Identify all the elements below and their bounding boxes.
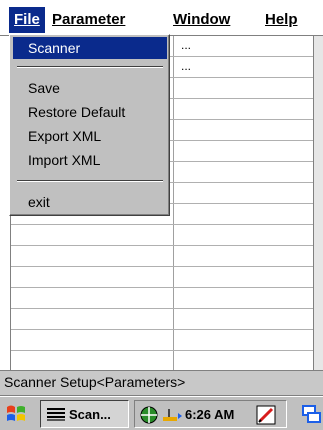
scanner-app-icon — [47, 408, 65, 421]
system-tray: 6:26 AM — [134, 400, 287, 428]
clock[interactable]: 6:26 AM — [185, 407, 234, 422]
menu-item-scanner[interactable]: Scanner — [13, 37, 167, 59]
table-row[interactable] — [11, 288, 313, 309]
menu-item-export-xml[interactable]: Export XML — [13, 125, 167, 147]
table-row[interactable] — [11, 267, 313, 288]
task-button-label: Scan... — [69, 407, 111, 422]
menu-item-exit[interactable]: exit — [13, 191, 167, 213]
menu-window[interactable]: Window — [168, 7, 235, 33]
task-button-scanner[interactable]: Scan... — [40, 400, 129, 428]
table-row[interactable] — [11, 309, 313, 330]
table-row[interactable] — [11, 225, 313, 246]
globe-icon[interactable] — [139, 405, 159, 425]
taskbar: Scan... 6:26 AM — [0, 396, 323, 430]
table-row[interactable] — [11, 246, 313, 267]
menu-item-save[interactable]: Save — [13, 77, 167, 99]
menu-separator — [17, 66, 163, 68]
pen-icon[interactable] — [255, 404, 279, 426]
menu-item-restore-default[interactable]: Restore Default — [13, 101, 167, 123]
grid-cell-value[interactable]: ... — [181, 36, 191, 54]
table-row[interactable] — [11, 351, 313, 372]
start-button[interactable] — [2, 401, 38, 427]
grid-cell-value[interactable]: ... — [181, 57, 191, 75]
menu-separator — [17, 180, 163, 182]
menu-file[interactable]: File — [9, 7, 45, 33]
connection-arrow-icon[interactable] — [161, 405, 183, 425]
vertical-scrollbar[interactable] — [313, 36, 323, 370]
menu-parameter[interactable]: Parameter — [47, 7, 130, 33]
table-row[interactable] — [11, 330, 313, 351]
status-text: Scanner Setup<Parameters> — [4, 374, 186, 390]
status-bar: Scanner Setup<Parameters> — [0, 370, 323, 396]
file-dropdown-menu: Scanner Save Restore Default Export XML … — [9, 34, 170, 216]
menu-bar: File Parameter Window Help — [0, 0, 323, 36]
window-switch-icon[interactable] — [301, 403, 321, 425]
windows-start-icon — [7, 405, 25, 421]
menu-help[interactable]: Help — [260, 7, 303, 33]
menu-item-import-xml[interactable]: Import XML — [13, 149, 167, 171]
